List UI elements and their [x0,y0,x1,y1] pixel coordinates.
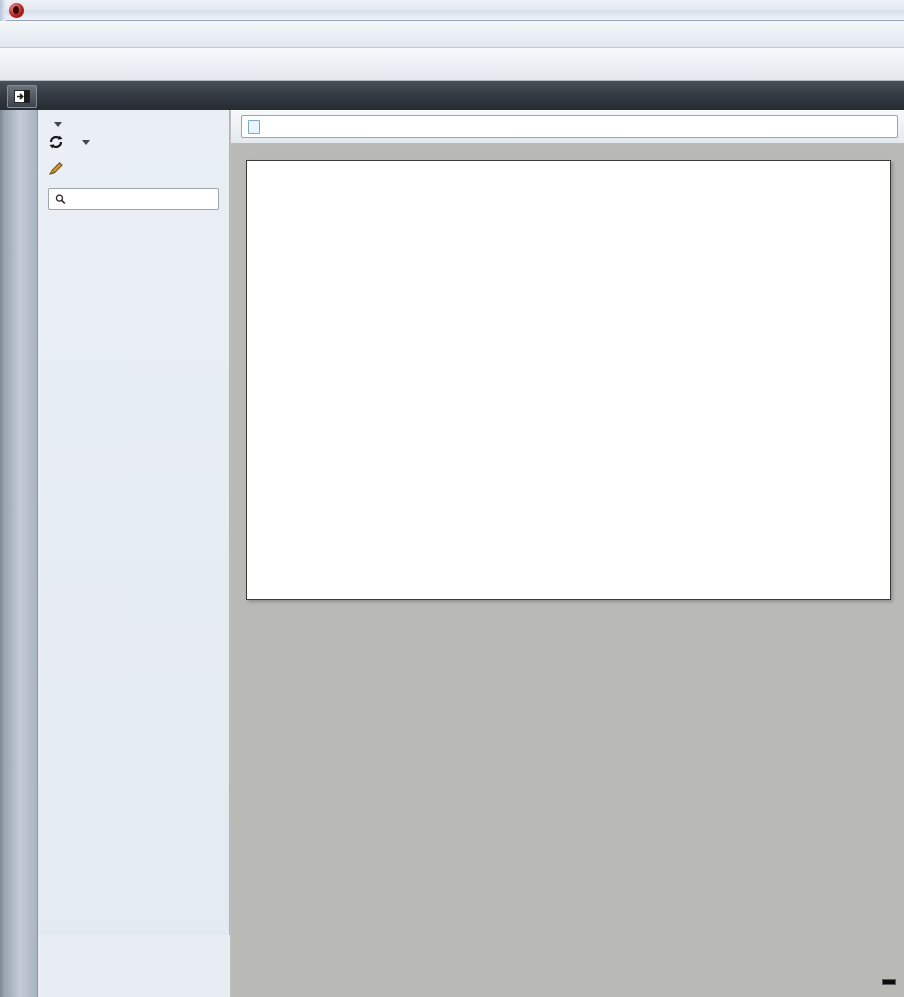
pencil-icon [48,162,63,175]
search-icon [55,194,66,205]
bookmark-bar [0,48,904,81]
page-viewport [231,144,904,997]
page-document-icon [248,119,260,134]
mail-search-input[interactable] [71,192,212,206]
acid3-page [246,160,891,600]
refresh-icon [49,135,63,149]
chevron-down-icon[interactable] [82,139,90,145]
opera-browser-window [0,0,904,997]
panel-icon-strip [0,110,38,997]
watermark [882,979,896,985]
mail-search-box[interactable] [48,188,219,210]
title-bar [0,0,904,21]
mail-panel-header [38,110,229,129]
chevron-down-icon[interactable] [54,122,62,127]
mail-folder-tree [38,216,229,218]
address-bar[interactable] [241,115,898,138]
new-tab-icon[interactable] [7,85,37,108]
opera-logo-icon [9,2,24,18]
tab-bar [0,81,904,110]
browser-toolbar [231,110,904,144]
compose-button[interactable] [38,155,229,182]
check-send-button[interactable] [38,129,229,155]
mail-panel [38,110,230,997]
mail-panel-bottom-fill [38,935,230,997]
menu-bar [0,21,904,48]
new-tab-glyph [14,90,30,103]
title-bar-left-edge [0,0,6,21]
